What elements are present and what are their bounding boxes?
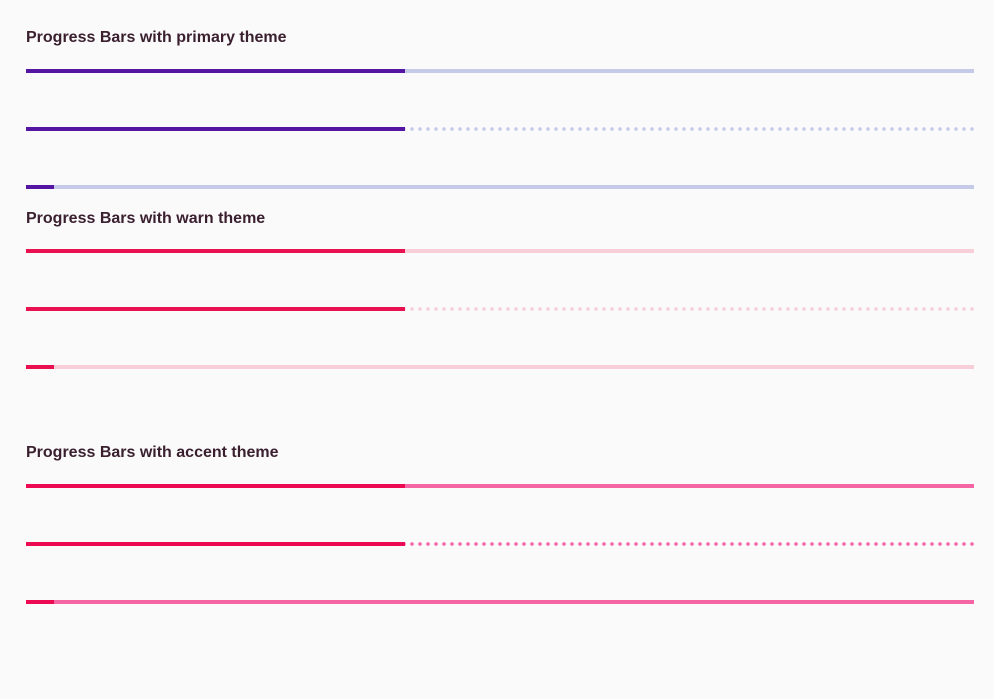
primary-buffer-progress-bar [26, 127, 974, 131]
accent-section-title: Progress Bars with accent theme [26, 444, 279, 461]
primary-indeterminate-progress-bar [26, 185, 974, 189]
progress-fill [26, 249, 406, 253]
progress-fill [26, 185, 55, 189]
accent-buffer-progress-bar [26, 542, 974, 546]
progress-fill [26, 600, 55, 604]
progress-fill [26, 127, 406, 131]
accent-determinate-progress-bar [26, 484, 974, 488]
progress-track [26, 600, 974, 604]
progress-track [26, 185, 974, 189]
primary-determinate-progress-bar [26, 69, 974, 73]
progress-fill [26, 484, 406, 488]
warn-buffer-progress-bar [26, 307, 974, 311]
warn-determinate-progress-bar [26, 249, 974, 253]
progress-fill [26, 307, 406, 311]
progress-fill [26, 365, 55, 369]
warn-section-title: Progress Bars with warn theme [26, 210, 266, 227]
warn-indeterminate-progress-bar [26, 365, 974, 369]
progress-fill [26, 69, 406, 73]
progress-fill [26, 542, 406, 546]
accent-indeterminate-progress-bar [26, 600, 974, 604]
progress-track [26, 365, 974, 369]
primary-section-title: Progress Bars with primary theme [26, 29, 287, 46]
